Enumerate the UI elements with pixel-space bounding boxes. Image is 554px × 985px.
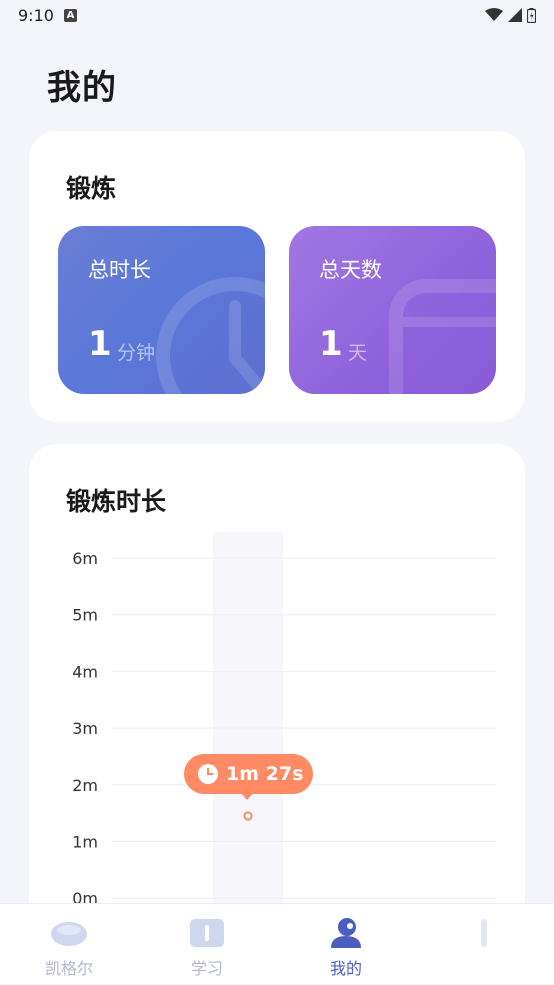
- tab-label: 我的: [329, 959, 362, 978]
- duration-chart: 6m5m4m3m2m1m0m: [72, 532, 496, 964]
- stat-label: 总时长: [88, 258, 151, 282]
- clock-icon: [198, 764, 218, 784]
- tooltip-text: 1m 27s: [226, 763, 304, 785]
- exercise-card-title: 锻炼: [66, 174, 117, 203]
- page-title: 我的: [47, 68, 117, 108]
- y-tick-label: 1m: [72, 833, 98, 852]
- data-point[interactable]: [243, 811, 253, 821]
- tab-bar: 凯格尔 学习 我的: [0, 903, 554, 984]
- total-days-stat[interactable]: 总天数 1 天: [289, 226, 496, 394]
- tab-icon: [481, 919, 487, 947]
- stat-value: 1: [319, 324, 343, 364]
- y-tick-label: 4m: [72, 662, 98, 681]
- profile-icon: [331, 918, 361, 948]
- stat-unit: 天: [348, 342, 368, 364]
- status-time: 9:10: [18, 5, 54, 25]
- stat-label: 总天数: [319, 258, 382, 282]
- notification-icon: A: [63, 8, 77, 22]
- tab-label: 凯格尔: [44, 959, 93, 978]
- total-duration-stat[interactable]: 总时长 1 分钟: [58, 226, 265, 394]
- tab-label: 学习: [190, 959, 223, 978]
- tab-mine[interactable]: 我的: [286, 904, 406, 985]
- selected-column-band: [213, 532, 283, 964]
- stat-value: 1: [88, 324, 112, 364]
- clock-icon: [156, 277, 265, 394]
- status-bar: 9:10 A: [0, 0, 554, 30]
- book-icon: [190, 919, 224, 947]
- wifi-icon: [485, 8, 503, 21]
- y-tick-label: 5m: [72, 606, 98, 625]
- y-tick-label: 6m: [72, 549, 98, 568]
- y-tick-label: 3m: [72, 719, 98, 738]
- exercise-card: 锻炼 总时长 1 分钟 总天数 1 天: [29, 131, 525, 422]
- stat-unit: 分钟: [117, 342, 156, 364]
- battery-icon: [527, 7, 536, 23]
- tab-study[interactable]: 学习: [147, 904, 267, 985]
- y-tick-label: 2m: [72, 776, 98, 795]
- exercise-duration-card: 锻炼时长 6m 5m 4m 3m 2m 1m 0m 1m 27s: [29, 444, 525, 964]
- kegel-icon: [51, 922, 87, 946]
- duration-tooltip: 1m 27s: [184, 754, 313, 800]
- calendar-icon: [389, 279, 496, 394]
- tab-kegel[interactable]: 凯格尔: [9, 904, 129, 985]
- signal-icon: [508, 8, 522, 22]
- tab-more[interactable]: [424, 904, 544, 985]
